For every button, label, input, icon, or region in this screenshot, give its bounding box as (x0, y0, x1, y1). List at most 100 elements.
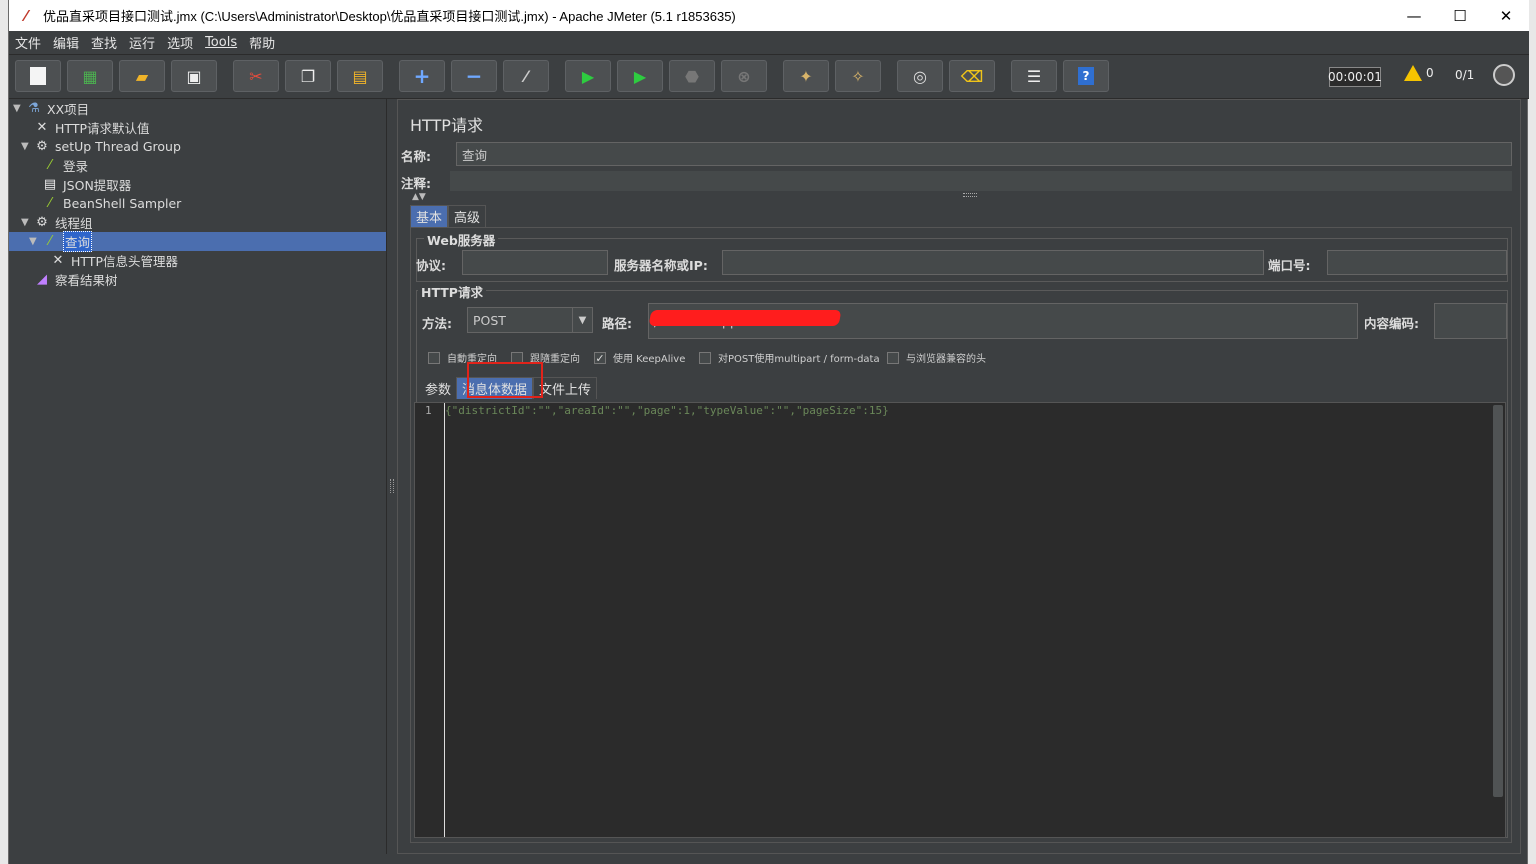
save-button[interactable]: ▣ (171, 60, 217, 92)
start-no-pause-button[interactable]: ▶ (617, 60, 663, 92)
toolbar: ▦ ▰ ▣ ✂ ❐ ▤ + − ⁄ ▶ ▶ ⬣ ⊗ ✦ ✧ ◎ ⌫ ☰ ? 00… (9, 55, 1529, 99)
redirect-auto-checkbox[interactable]: 自動重定向 (428, 350, 497, 365)
function-helper-button[interactable]: ☰ (1011, 60, 1057, 92)
templates-button[interactable]: ▦ (67, 60, 113, 92)
tab-advanced[interactable]: 高级 (448, 205, 487, 227)
tree-item-query[interactable]: ▼ ⁄ 查询 (9, 231, 386, 252)
stop-button[interactable]: ⬣ (669, 60, 715, 92)
tab-basic[interactable]: 基本 (410, 205, 449, 227)
tree-item-login[interactable]: ⁄ 登录 (41, 156, 88, 175)
menu-search[interactable]: 查找 (85, 33, 123, 52)
save-icon: ▣ (186, 66, 202, 86)
start-button[interactable]: ▶ (565, 60, 611, 92)
warning-indicator[interactable]: 0 (1404, 65, 1434, 81)
tree-item-setup-thread-group[interactable]: ▼ ⚙ setUp Thread Group (21, 137, 181, 156)
copy-button[interactable]: ❐ (285, 60, 331, 92)
editor-scrollbar[interactable] (1493, 405, 1503, 797)
collapse-all-button[interactable]: − (451, 60, 497, 92)
tree-item-json-extractor[interactable]: ▤ JSON提取器 (41, 175, 131, 194)
checkbox-label: 对POST使用multipart / form-data (718, 354, 880, 365)
port-field[interactable] (1327, 250, 1507, 275)
body-tabs: 参数 消息体数据 文件上传 (420, 377, 598, 399)
tree-item-label: 察看结果树 (55, 273, 118, 288)
name-field[interactable]: 查询 (456, 142, 1512, 166)
jmeter-feather-icon: ⁄ (24, 6, 28, 25)
tree-item-label: setUp Thread Group (55, 139, 181, 154)
expand-arrow-icon[interactable]: ▼ (21, 217, 33, 228)
divider-grip-icon[interactable] (963, 193, 977, 197)
maximize-button[interactable]: ☐ (1437, 0, 1483, 31)
clear-button[interactable]: ✦ (783, 60, 829, 92)
extractor-icon: ▤ (43, 177, 57, 192)
checkbox-box (511, 351, 523, 364)
multipart-checkbox[interactable]: 对POST使用multipart / form-data (699, 350, 880, 365)
shutdown-button[interactable]: ⊗ (721, 60, 767, 92)
tree-item-thread-group[interactable]: ▼ ⚙ 线程组 (21, 213, 93, 232)
split-pane-divider[interactable] (387, 99, 397, 854)
expand-arrow-icon[interactable]: ▼ (13, 103, 25, 114)
browser-headers-checkbox[interactable]: 与浏览器兼容的头 (887, 350, 986, 365)
title-bar: ⁄ 优品直采项目接口测试.jmx (C:\Users\Administrator… (9, 0, 1529, 31)
config-tabs: 基本 高级 (410, 205, 487, 227)
new-icon (30, 67, 46, 85)
tree-item-label: BeanShell Sampler (63, 196, 182, 211)
reset-search-button[interactable]: ⌫ (949, 60, 995, 92)
expand-arrow-icon[interactable]: ▼ (29, 236, 41, 247)
follow-redirects-checkbox[interactable]: 跟隨重定向 (511, 350, 580, 365)
method-select[interactable]: POST ▼ (467, 307, 593, 333)
server-field[interactable] (722, 250, 1264, 275)
start-no-pause-icon: ▶ (633, 66, 647, 86)
help-button[interactable]: ? (1063, 60, 1109, 92)
open-button[interactable]: ▰ (119, 60, 165, 92)
menu-edit[interactable]: 编辑 (47, 33, 85, 52)
config-icon: ✕ (36, 120, 48, 135)
menu-bar: 文件 编辑 查找 运行 选项 Tools 帮助 (9, 31, 1529, 55)
close-button[interactable]: ✕ (1483, 0, 1529, 31)
thread-group-icon: ⚙ (36, 139, 48, 154)
collapse-arrows-icon[interactable]: ▲▼ (412, 192, 426, 202)
encoding-field[interactable] (1434, 303, 1507, 339)
menu-help[interactable]: 帮助 (243, 33, 281, 52)
port-label: 端口号: (1268, 258, 1311, 273)
protocol-field[interactable] (462, 250, 608, 275)
http-request-panel: HTTP请求 名称: 查询 注释: ▲▼ 基本 高级 Web服务器 协议: 服务… (397, 99, 1521, 854)
cut-button[interactable]: ✂ (233, 60, 279, 92)
paste-icon: ▤ (352, 66, 368, 86)
expand-arrow-icon[interactable]: ▼ (21, 141, 33, 152)
checkbox-box (428, 351, 440, 364)
tree-item-test-plan[interactable]: ▼ ⚗ XX项目 (13, 99, 89, 118)
checkbox-box (887, 351, 899, 364)
sampler-icon: ⁄ (48, 196, 52, 211)
tree-item-http-defaults[interactable]: ✕ HTTP请求默认值 (33, 118, 150, 137)
tree-item-results-tree[interactable]: ◢ 察看结果树 (33, 270, 118, 289)
menu-run[interactable]: 运行 (123, 33, 161, 52)
search-button[interactable]: ◎ (897, 60, 943, 92)
config-icon: ✕ (52, 253, 64, 268)
keepalive-checkbox[interactable]: ✓ 使用 KeepAlive (594, 350, 685, 365)
expand-all-button[interactable]: + (399, 60, 445, 92)
cut-icon: ✂ (249, 66, 263, 86)
body-text[interactable]: {"districtId":"","areaId":"","page":1,"t… (445, 404, 889, 418)
comment-field[interactable] (450, 171, 1512, 191)
toggle-button[interactable]: ⁄ (503, 60, 549, 92)
menu-options[interactable]: 选项 (161, 33, 199, 52)
menu-tools[interactable]: Tools (199, 35, 243, 50)
tab-body-data[interactable]: 消息体数据 (456, 377, 534, 399)
tab-parameters[interactable]: 参数 (420, 377, 457, 399)
list-icon: ☰ (1026, 66, 1042, 86)
tree-item-header-manager[interactable]: ✕ HTTP信息头管理器 (49, 251, 178, 270)
remote-status-icon[interactable] (1493, 64, 1515, 86)
new-button[interactable] (15, 60, 61, 92)
minimize-button[interactable]: — (1391, 0, 1437, 31)
http-request-title: HTTP请求 (418, 282, 486, 301)
tree-item-label: XX项目 (47, 102, 90, 117)
clear-all-icon: ✧ (851, 66, 865, 86)
clear-all-button[interactable]: ✧ (835, 60, 881, 92)
menu-file[interactable]: 文件 (9, 33, 47, 52)
body-data-editor[interactable]: 1 {"districtId":"","areaId":"","page":1,… (414, 402, 1506, 838)
tree-item-beanshell[interactable]: ⁄ BeanShell Sampler (41, 194, 181, 213)
listener-icon: ◢ (37, 272, 47, 287)
desktop-strip-left (0, 0, 8, 864)
tab-files-upload[interactable]: 文件上传 (533, 377, 598, 399)
paste-button[interactable]: ▤ (337, 60, 383, 92)
